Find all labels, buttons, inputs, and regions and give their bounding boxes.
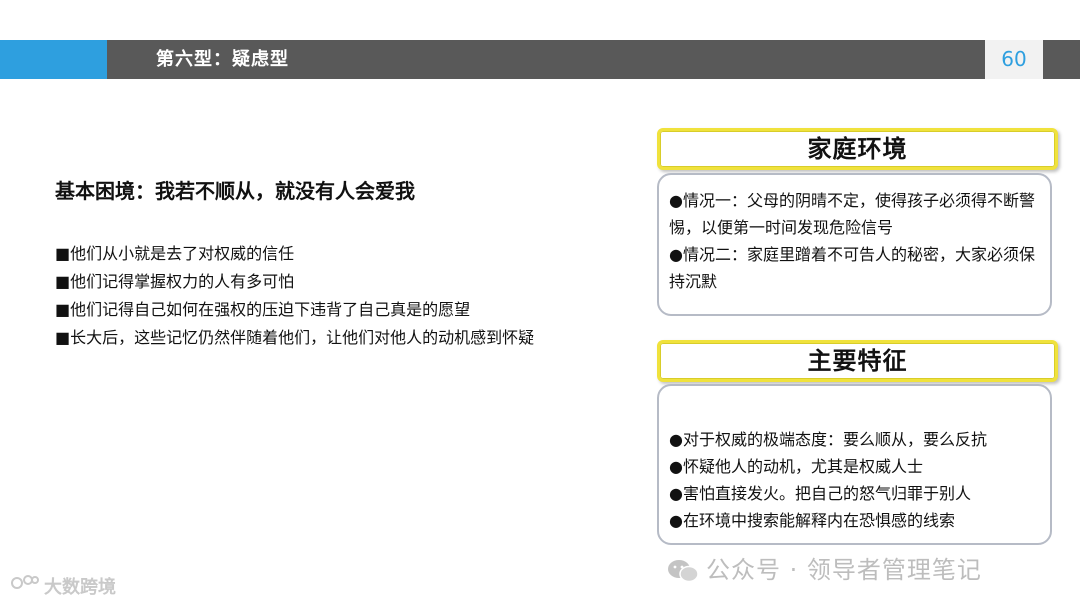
family-content-box: ●情况一：父母的阴晴不定，使得孩子必须得不断警惕，以便第一时间发现危险信号 ●情…: [657, 173, 1052, 316]
top-bar: 第六型：疑虑型 60: [0, 40, 1080, 79]
slide-title: 第六型：疑虑型: [156, 49, 289, 70]
left-bullet: ■他们记得掌握权力的人有多可怕: [55, 272, 295, 291]
traits-content-box: ●对于权威的极端态度：要么顺从，要么反抗 ●怀疑他人的动机，尤其是权威人士 ●害…: [657, 384, 1052, 545]
family-item: ●情况二：家庭里蹭着不可告人的秘密，大家必须保持沉默: [669, 245, 1035, 291]
traits-heading: 主要特征: [657, 340, 1058, 382]
footer-brand: 大数跨境: [10, 573, 116, 599]
page-number: 60: [985, 40, 1043, 79]
left-bullet-list: ■他们从小就是去了对权威的信任 ■他们记得掌握权力的人有多可怕 ■他们记得自己如…: [55, 240, 555, 352]
trait-item: ●怀疑他人的动机，尤其是权威人士: [669, 457, 923, 476]
left-bullet: ■长大后，这些记忆仍然伴随着他们，让他们对他人的动机感到怀疑: [55, 328, 535, 347]
basic-dilemma: 基本困境：我若不顺从，就没有人会爱我: [55, 179, 415, 203]
left-bullet: ■他们记得自己如何在强权的压迫下违背了自己真是的愿望: [55, 300, 471, 319]
trait-item: ●对于权威的极端态度：要么顺从，要么反抗: [669, 430, 987, 449]
footer-brand-text: 大数跨境: [44, 577, 116, 598]
watermark: 公众号 · 领导者管理笔记: [666, 550, 982, 585]
left-bullet: ■他们从小就是去了对权威的信任: [55, 244, 295, 263]
wechat-icon: [666, 558, 700, 584]
trait-item: ●害怕直接发火。把自己的怒气归罪于别人: [669, 484, 971, 503]
top-bar-accent: [0, 40, 107, 79]
family-heading: 家庭环境: [657, 128, 1058, 170]
brand-logo-icon: [10, 573, 40, 597]
trait-item: ●在环境中搜索能解释内在恐惧感的线索: [669, 511, 955, 530]
family-item: ●情况一：父母的阴晴不定，使得孩子必须得不断警惕，以便第一时间发现危险信号: [669, 191, 1035, 237]
watermark-text: 公众号 · 领导者管理笔记: [706, 556, 982, 584]
